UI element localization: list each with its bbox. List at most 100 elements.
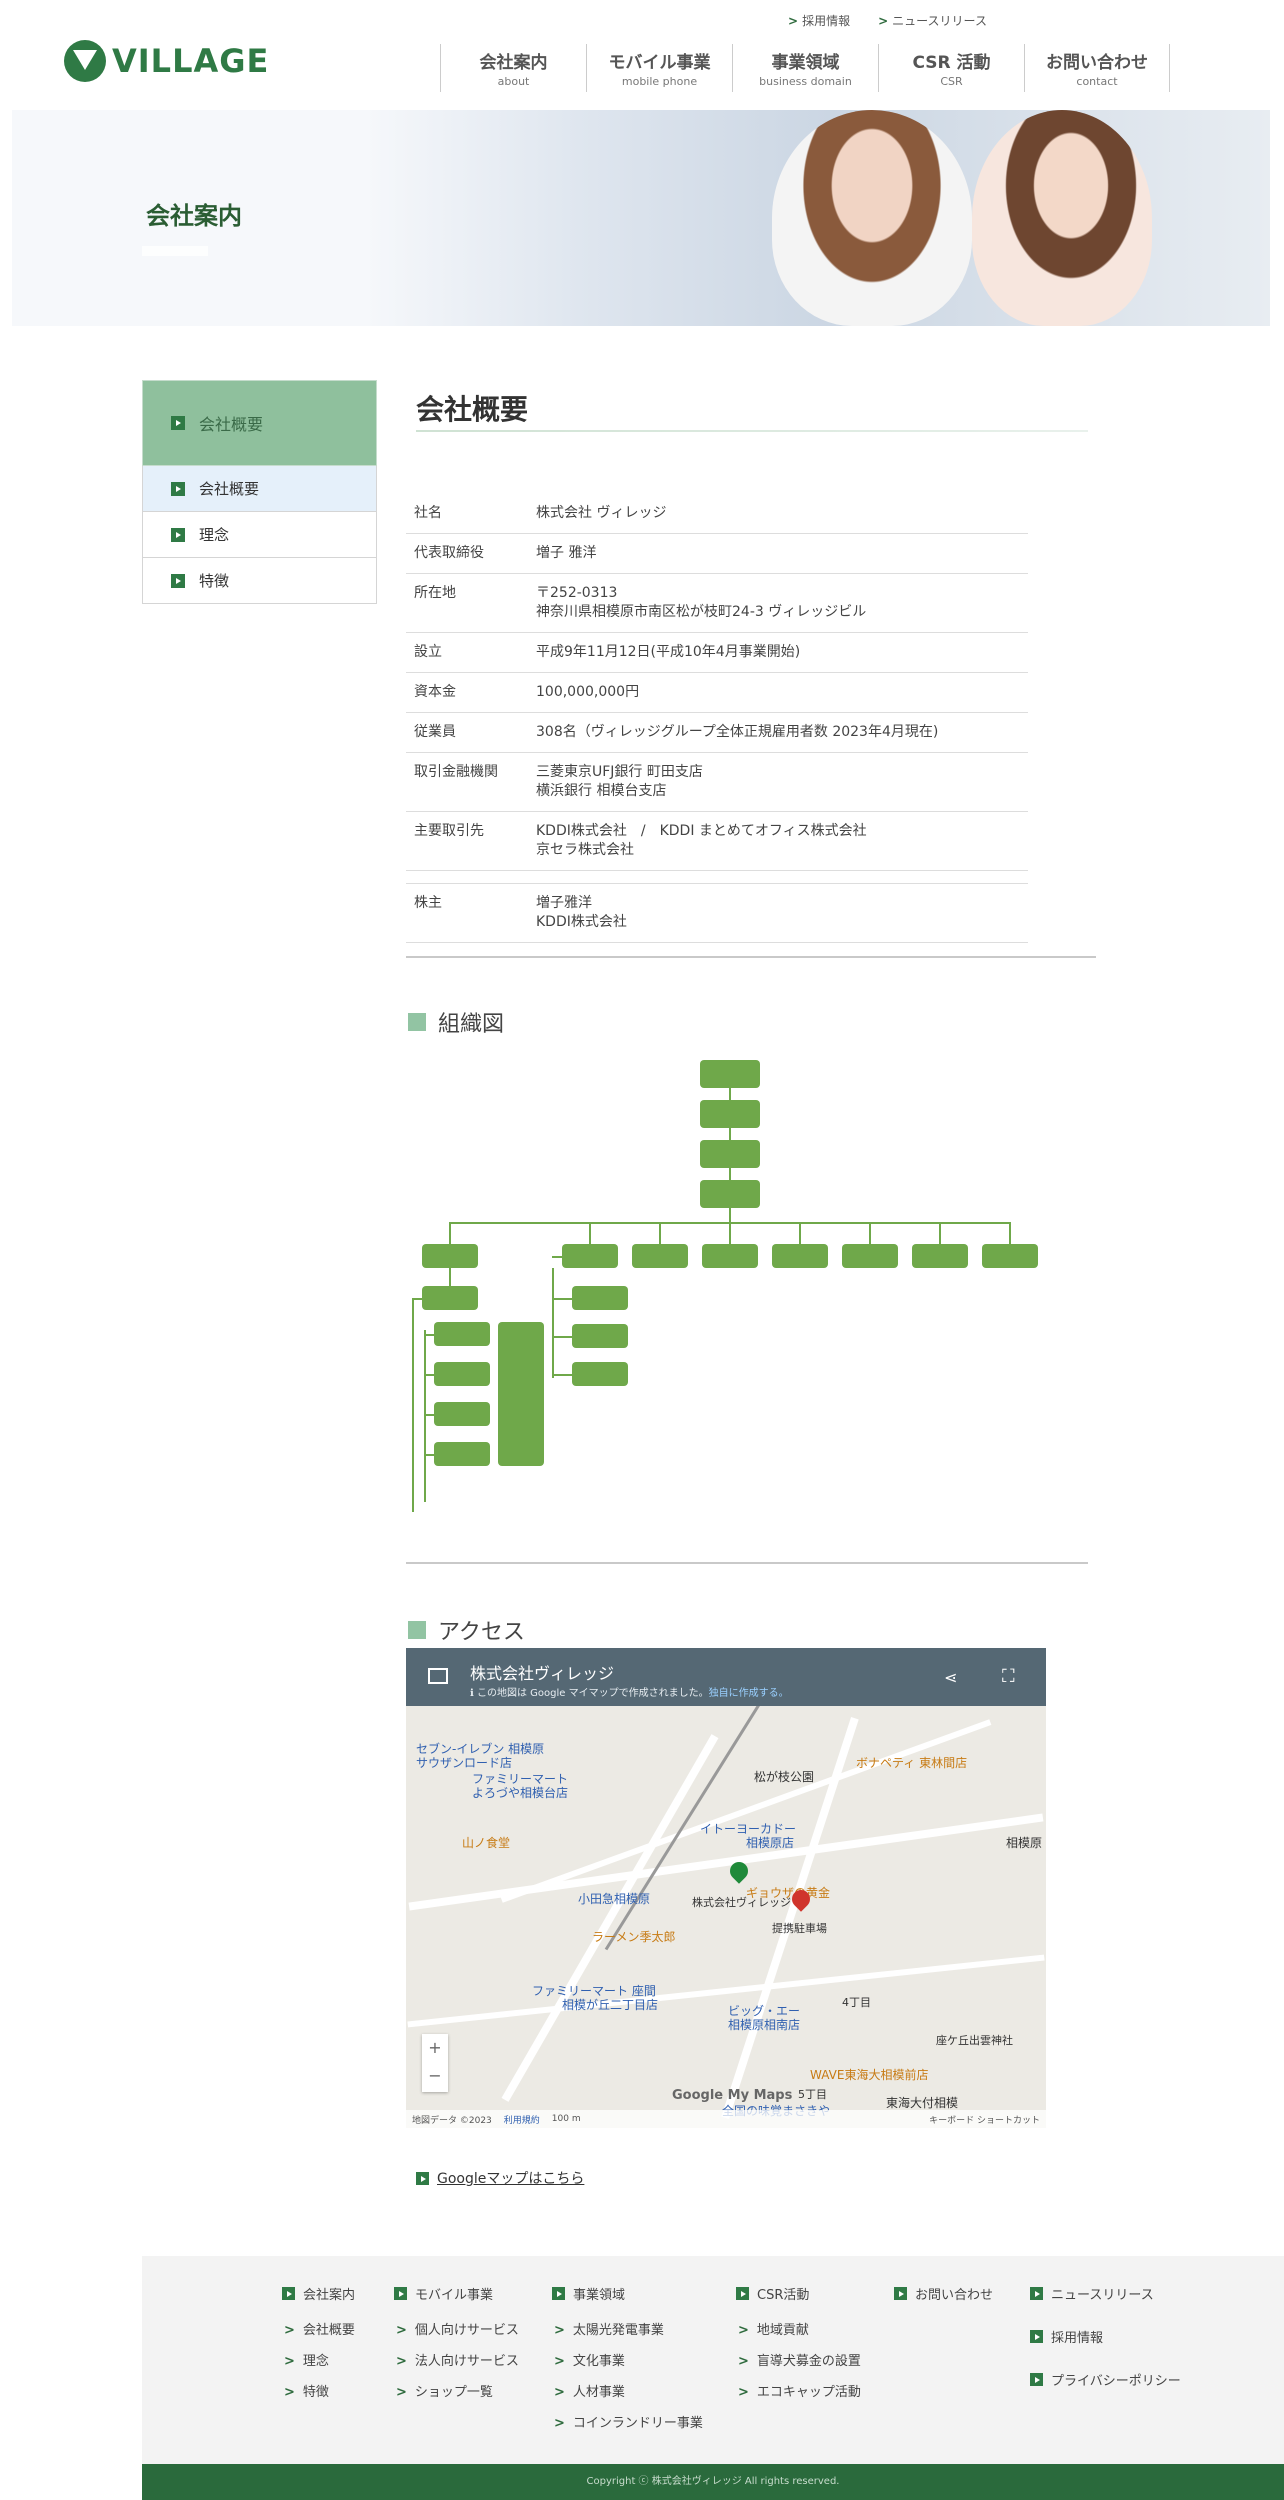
footer-sub-link[interactable]: > 個人向けサービス <box>394 2319 519 2338</box>
nav-csr[interactable]: CSR 活動 CSR <box>878 44 1024 92</box>
nav-mobile[interactable]: モバイル事業 mobile phone <box>586 44 732 92</box>
nav-business[interactable]: 事業領域 business domain <box>732 44 878 92</box>
footer-sub-link[interactable]: > 文化事業 <box>552 2350 703 2369</box>
footer-head-link[interactable]: CSR活動 <box>736 2284 861 2303</box>
map-poi[interactable]: ギョウザの黄金 <box>746 1884 830 1901</box>
footer-sub-link[interactable]: > ショップ一覧 <box>394 2381 519 2400</box>
sidebar-item-philosophy[interactable]: 理念 <box>142 512 377 558</box>
chevron-right-icon: > <box>396 2385 407 2400</box>
footer-sub-link[interactable]: > 地域貢献 <box>736 2319 861 2338</box>
footer-sub-link[interactable]: > エコキャップ活動 <box>736 2381 861 2400</box>
footer-head-link[interactable]: ニュースリリース <box>1030 2284 1181 2303</box>
page-title: 会社概要 <box>416 393 529 426</box>
table-row: 社名 株式会社 ヴィレッジ <box>406 494 1028 534</box>
row-value-line: 京セラ株式会社 <box>536 842 634 858</box>
title-underline <box>416 430 1088 432</box>
footer-extra-link[interactable]: 採用情報 <box>1030 2327 1181 2346</box>
table-row: 株主 増子雅洋 KDDI株式会社 <box>406 884 1028 943</box>
table-row: 資本金 100,000,000円 <box>406 673 1028 713</box>
footer-sub-link[interactable]: > 太陽光発電事業 <box>552 2319 703 2338</box>
footer-head-link[interactable]: モバイル事業 <box>394 2284 519 2303</box>
arrow-bullet-icon <box>171 481 185 496</box>
map-poi[interactable]: 相模原店 <box>746 1834 794 1851</box>
map-poi[interactable]: サウザンロード店 <box>416 1754 512 1771</box>
zoom-control: + − <box>422 2034 448 2092</box>
arrow-bullet-icon <box>1030 2330 1043 2343</box>
share-icon[interactable]: ⋖ <box>944 1668 957 1687</box>
row-value-line: 平成9年11月12日(平成10年4月事業開始) <box>536 644 801 660</box>
map-poi[interactable]: ラーメン季太郎 <box>592 1928 676 1945</box>
row-value-line: KDDI株式会社 / KDDI まとめてオフィス株式会社 <box>536 823 867 839</box>
terms-link[interactable]: 利用規約 <box>504 2113 540 2126</box>
map-poi[interactable]: 山ノ食堂 <box>462 1834 510 1851</box>
footer-sub-link[interactable]: > コインランドリー事業 <box>552 2412 703 2431</box>
org-connector <box>799 1222 801 1244</box>
footer-sub-link[interactable]: > 盲導犬募金の設置 <box>736 2350 861 2369</box>
google-map-embed[interactable]: 株式会社ヴィレッジ ℹ この地図は Google マイマップで作成されました。独… <box>406 1648 1046 2128</box>
row-value: KDDI株式会社 / KDDI まとめてオフィス株式会社 京セラ株式会社 <box>536 822 1020 860</box>
footer-sub-link[interactable]: > 法人向けサービス <box>394 2350 519 2369</box>
map-poi[interactable]: 松が枝公園 <box>754 1768 814 1785</box>
map-poi[interactable]: 小田急相模原 <box>578 1890 650 1907</box>
map-poi[interactable]: よろづや相模台店 <box>472 1784 568 1801</box>
org-connector <box>552 1374 572 1376</box>
zoom-in-button[interactable]: + <box>422 2034 448 2062</box>
map-poi[interactable]: 相模原相南店 <box>728 2016 800 2033</box>
row-value-line: 株式会社 ヴィレッジ <box>536 505 667 521</box>
org-connector <box>424 1414 434 1416</box>
footer-sub-link[interactable]: > 特徴 <box>282 2381 355 2400</box>
map-poi[interactable]: 東海大付相模 <box>886 2094 958 2111</box>
chevron-right-icon: > <box>738 2354 749 2369</box>
hero-photo-woman-1 <box>772 110 972 326</box>
map-legend-icon[interactable] <box>428 1668 448 1684</box>
org-box <box>572 1324 628 1348</box>
map-poi[interactable]: ボナペティ 東林間店 <box>856 1754 967 1771</box>
footer-extra-link[interactable]: プライバシーポリシー <box>1030 2370 1181 2389</box>
access-section-title: アクセス <box>408 1614 525 1646</box>
map-poi[interactable]: 相模が丘二丁目店 <box>562 1996 658 2013</box>
footer-head-link[interactable]: 事業領域 <box>552 2284 703 2303</box>
top-link-recruit[interactable]: > 採用情報 <box>788 12 850 29</box>
create-map-link[interactable]: 独自に作成する。 <box>709 1688 789 1699</box>
hero-title-underline <box>142 246 208 256</box>
row-value-line: 増子 雅洋 <box>536 545 597 561</box>
google-maps-link[interactable]: Googleマップはこちら <box>416 2168 584 2188</box>
top-link-news[interactable]: > ニュースリリース <box>878 12 987 29</box>
map-poi[interactable]: 提携駐車場 <box>772 1920 827 1936</box>
org-connector <box>424 1374 434 1376</box>
site-logo[interactable]: VILLAGE <box>64 40 269 82</box>
map-poi[interactable]: 座ケ丘出雲神社 <box>936 2032 1013 2048</box>
sidebar-item-overview[interactable]: 会社概要 <box>142 466 377 512</box>
arrow-bullet-icon <box>736 2287 749 2300</box>
table-row: 従業員 308名（ヴィレッジグループ全体正規雇用者数 2023年4月現在) <box>406 713 1028 753</box>
zoom-out-button[interactable]: − <box>422 2062 448 2090</box>
footer-column: モバイル事業 > 個人向けサービス > 法人向けサービス > ショップ一覧 <box>394 2284 519 2412</box>
org-connector <box>659 1222 661 1244</box>
sidebar-item-features[interactable]: 特徴 <box>142 558 377 604</box>
org-connector <box>729 1168 731 1180</box>
sidebar-head[interactable]: 会社概要 <box>142 380 377 466</box>
footer-head-link[interactable]: お問い合わせ <box>894 2284 993 2303</box>
row-value-line: 増子雅洋 <box>536 895 592 911</box>
arrow-bullet-icon <box>394 2287 407 2300</box>
footer-head-link[interactable]: 会社案内 <box>282 2284 355 2303</box>
hero-photo-woman-2 <box>972 110 1152 326</box>
nav-about[interactable]: 会社案内 about <box>440 44 586 92</box>
fullscreen-icon[interactable]: ⛶ <box>1002 1666 1015 1687</box>
chevron-right-icon: > <box>284 2323 295 2338</box>
org-connector <box>424 1454 434 1456</box>
org-connector <box>424 1334 434 1336</box>
footer-sub-link[interactable]: > 理念 <box>282 2350 355 2369</box>
map-poi[interactable]: WAVE東海大相模前店 <box>810 2066 928 2083</box>
row-value: 株式会社 ヴィレッジ <box>536 504 1020 523</box>
sidebar: 会社概要 会社概要 理念 特徴 <box>142 380 377 604</box>
keyboard-shortcuts-link[interactable]: キーボード ショートカット <box>929 2113 1040 2126</box>
org-connector <box>729 1208 731 1222</box>
footer-sub-link[interactable]: > 人材事業 <box>552 2381 703 2400</box>
nav-contact[interactable]: お問い合わせ contact <box>1024 44 1170 92</box>
footer-sub-link[interactable]: > 会社概要 <box>282 2319 355 2338</box>
row-value-line: 〒252-0313 <box>536 585 618 601</box>
org-box <box>772 1244 828 1268</box>
arrow-bullet-icon <box>416 2171 429 2185</box>
row-value: 増子 雅洋 <box>536 544 1020 563</box>
